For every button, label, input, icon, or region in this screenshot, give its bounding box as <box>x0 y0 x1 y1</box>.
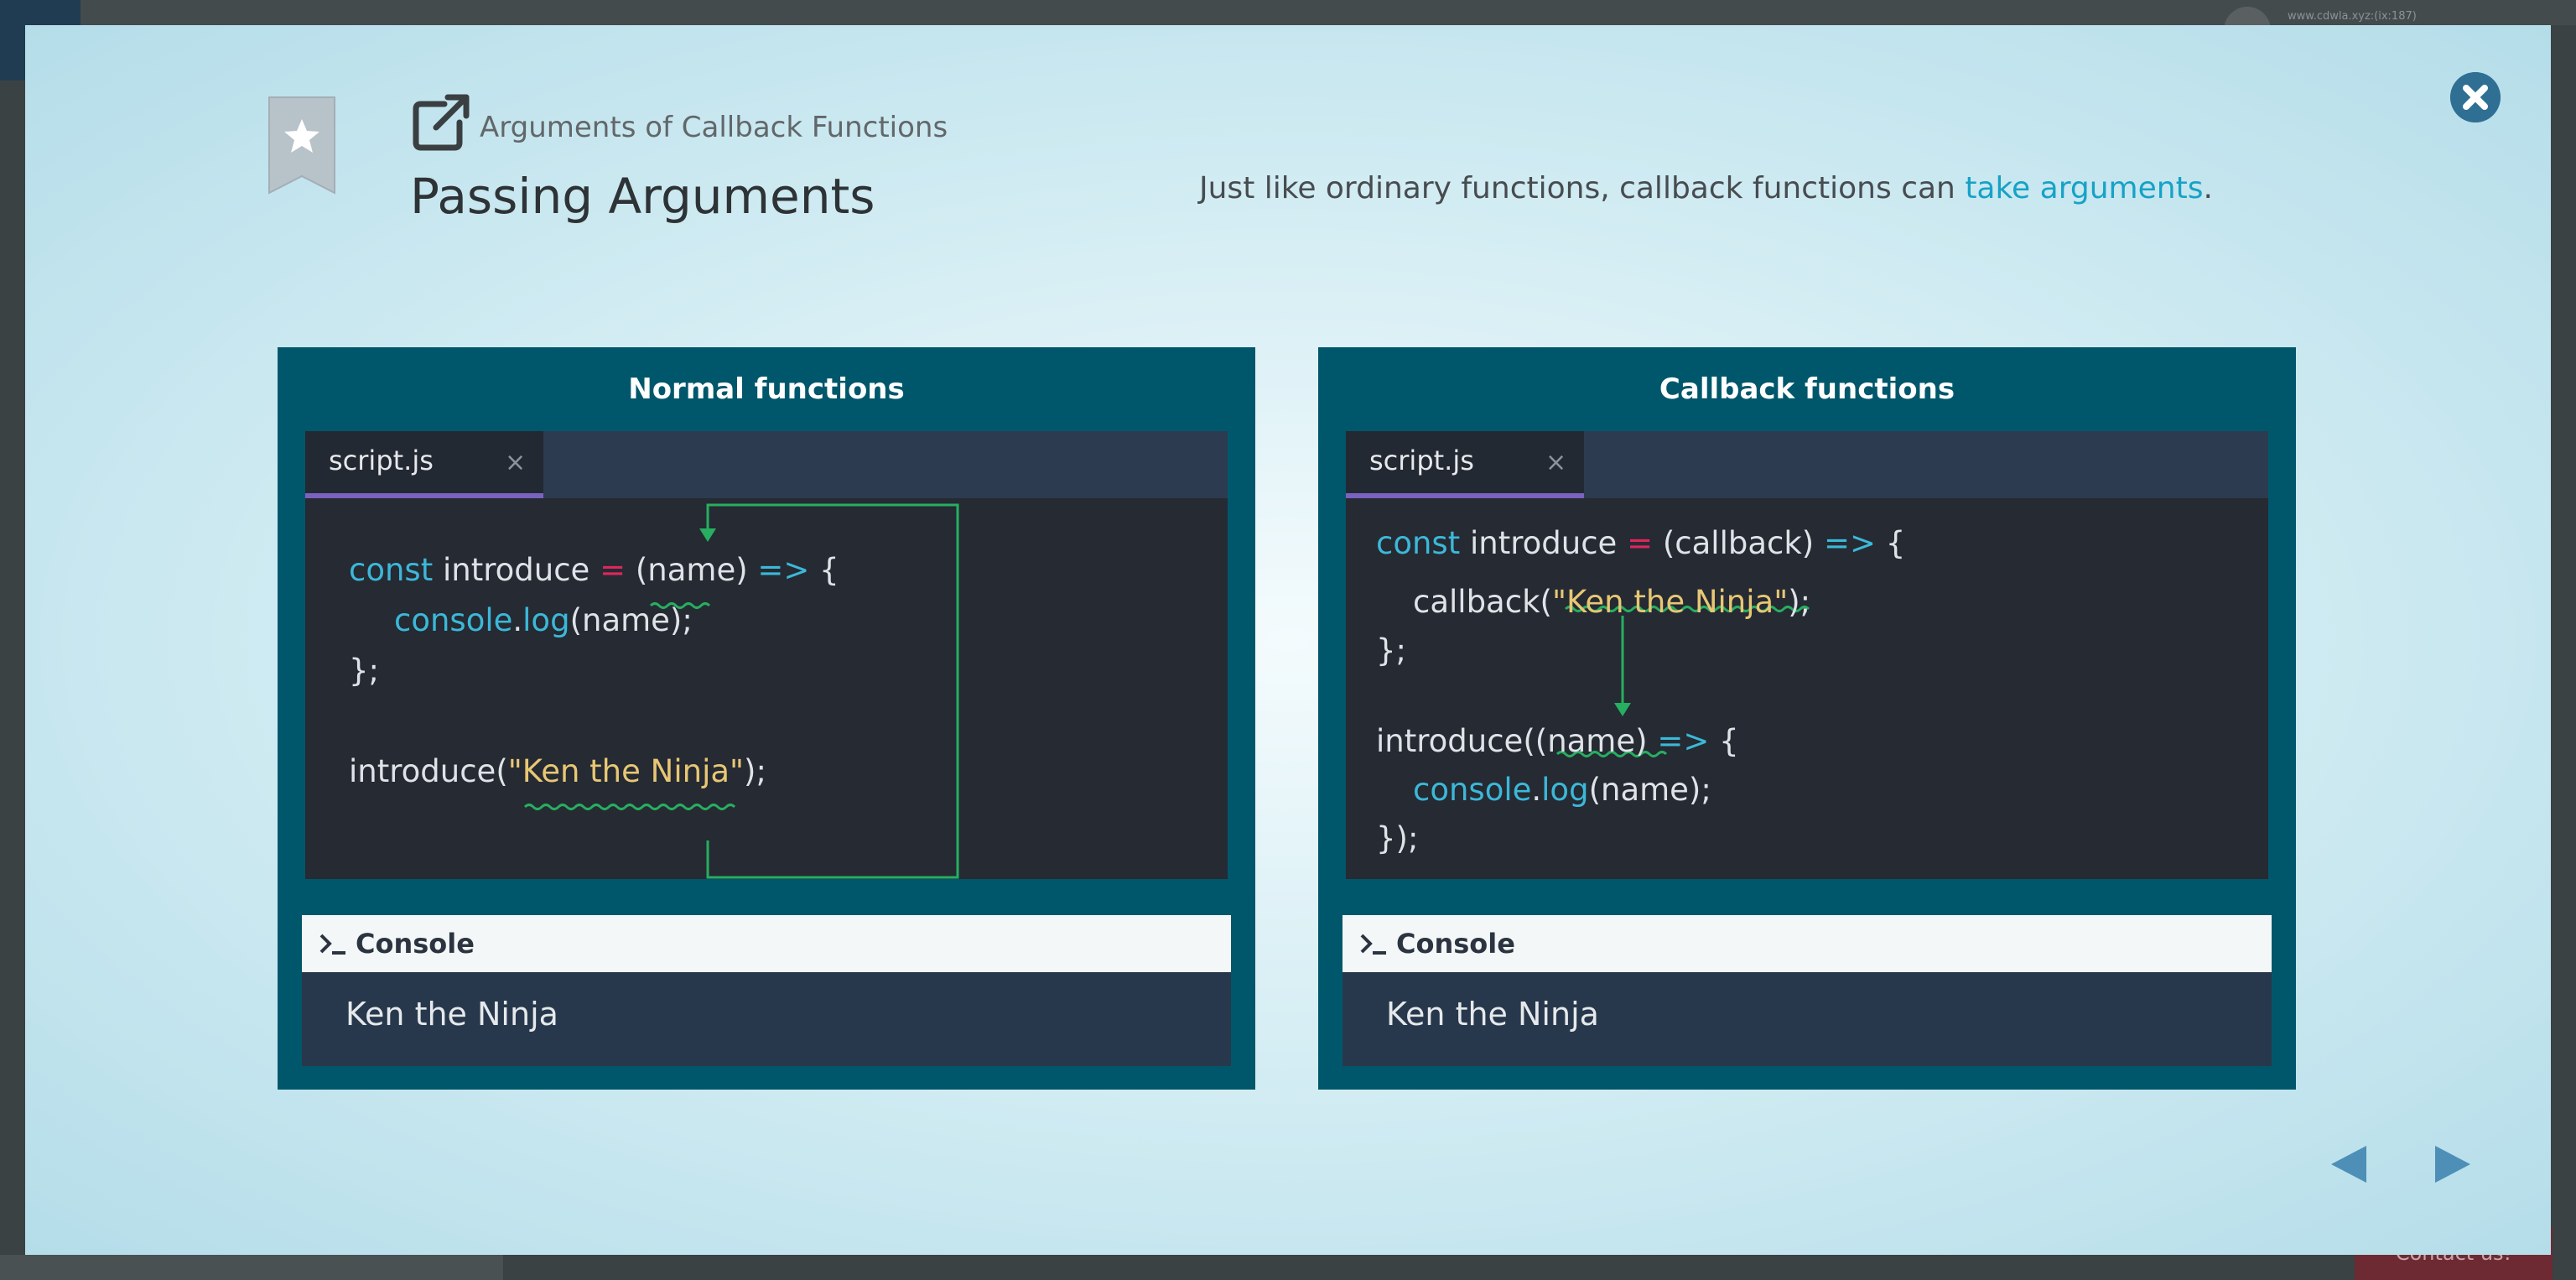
console-output-text: Ken the Ninja <box>345 996 558 1033</box>
code-text: introduce(( <box>1376 723 1548 759</box>
code-operator: = <box>1627 525 1654 561</box>
code-argument: name <box>647 552 736 588</box>
terminal-icon <box>319 934 345 955</box>
take-arguments-link[interactable]: take arguments <box>1965 171 2203 206</box>
code-area: const introduce = (callback) => { callba… <box>1346 498 2268 879</box>
background-top-bar <box>0 0 2576 25</box>
background-bottom-bar <box>0 1255 503 1280</box>
tab-script-js[interactable]: script.js × <box>305 431 543 498</box>
code-line-2: callback("Ken the Ninja"); <box>1413 584 1810 620</box>
arrow-left-icon[interactable] <box>2326 1141 2373 1188</box>
code-keyword: const <box>349 552 434 588</box>
code-line-4: introduce((name) => { <box>1376 723 1739 759</box>
tab-label: script.js <box>329 445 434 476</box>
code-text: ); <box>1788 584 1811 620</box>
code-line-6: }); <box>1376 820 1419 856</box>
code-function: log <box>1541 772 1589 808</box>
code-text: (name); <box>1588 772 1711 808</box>
editor-tab-bar: script.js × <box>305 431 1228 498</box>
code-text: introduce <box>433 552 600 588</box>
code-arrow: => <box>747 552 810 588</box>
code-object: console <box>1413 772 1532 808</box>
panel-title: Normal functions <box>628 372 905 406</box>
console-output-text: Ken the Ninja <box>1386 996 1599 1033</box>
arrow-right-icon[interactable] <box>2428 1141 2475 1188</box>
description-text: Just like ordinary functions, callback f… <box>1199 171 1966 206</box>
console-header: Console <box>302 915 1231 972</box>
code-text: . <box>1531 772 1542 808</box>
code-text: ); <box>744 753 766 789</box>
code-string: "Ken the Ninja" <box>507 753 745 789</box>
description-period: . <box>2203 171 2213 206</box>
code-line-1: const introduce = (callback) => { <box>1376 525 1905 561</box>
code-object: console <box>394 602 513 638</box>
callback-functions-panel: Callback functions script.js × const int… <box>1318 347 2296 1090</box>
editor-tab-bar: script.js × <box>1346 431 2268 498</box>
code-text: (name); <box>569 602 693 638</box>
external-link-icon[interactable] <box>411 92 471 153</box>
code-line-1: const introduce = (name) => { <box>349 552 839 588</box>
close-icon[interactable] <box>2450 72 2501 122</box>
console-label: Console <box>1396 928 1515 960</box>
code-text: ) <box>735 552 748 588</box>
console-header: Console <box>1343 915 2272 972</box>
panel-title: Callback functions <box>1659 372 1955 406</box>
code-editor: script.js × const introduce = (callback)… <box>1346 431 2268 879</box>
code-text: ( <box>626 552 648 588</box>
background-url-text: www.cdwla.xyz:(ix:187) <box>2288 10 2417 23</box>
slide-title: Passing Arguments <box>410 168 875 225</box>
code-text: . <box>512 602 523 638</box>
code-arrow: => <box>1647 723 1710 759</box>
code-line-2: console.log(name); <box>394 602 693 638</box>
normal-functions-panel: Normal functions script.js × const intro… <box>278 347 1255 1090</box>
slide-modal: Arguments of Callback Functions Passing … <box>25 25 2551 1255</box>
tab-script-js[interactable]: script.js × <box>1346 431 1584 498</box>
code-function: log <box>522 602 570 638</box>
code-argument: name <box>1547 723 1636 759</box>
bookmark-star-icon[interactable] <box>267 96 336 196</box>
console-output: Ken the Ninja <box>1343 972 2272 1066</box>
code-operator: = <box>600 552 626 588</box>
code-text: { <box>809 552 839 588</box>
tab-close-icon[interactable]: × <box>505 448 526 477</box>
terminal-icon <box>1360 934 1386 955</box>
code-area: const introduce = (name) => { console.lo… <box>305 498 1228 879</box>
code-text: { <box>1709 723 1739 759</box>
code-text: { <box>1875 525 1906 561</box>
code-arrow: => <box>1814 525 1876 561</box>
slide-description: Just like ordinary functions, callback f… <box>1199 171 2213 206</box>
code-line-3: }; <box>1376 632 1407 669</box>
code-text: callback( <box>1413 584 1552 620</box>
code-line-4: introduce("Ken the Ninja"); <box>349 753 766 789</box>
code-keyword: const <box>1376 525 1461 561</box>
code-text: (callback) <box>1653 525 1815 561</box>
code-line-3: }; <box>349 653 380 689</box>
slide-subtitle: Arguments of Callback Functions <box>480 111 948 144</box>
tab-label: script.js <box>1369 445 1474 476</box>
code-text: introduce( <box>349 753 508 789</box>
console-output: Ken the Ninja <box>302 972 1231 1066</box>
code-editor: script.js × const introduce = (name) => … <box>305 431 1228 879</box>
code-text: introduce <box>1460 525 1628 561</box>
console-label: Console <box>356 928 475 960</box>
code-line-5: console.log(name); <box>1413 772 1711 808</box>
tab-close-icon[interactable]: × <box>1545 448 1566 477</box>
code-string: "Ken the Ninja" <box>1551 584 1789 620</box>
code-text: ) <box>1635 723 1648 759</box>
